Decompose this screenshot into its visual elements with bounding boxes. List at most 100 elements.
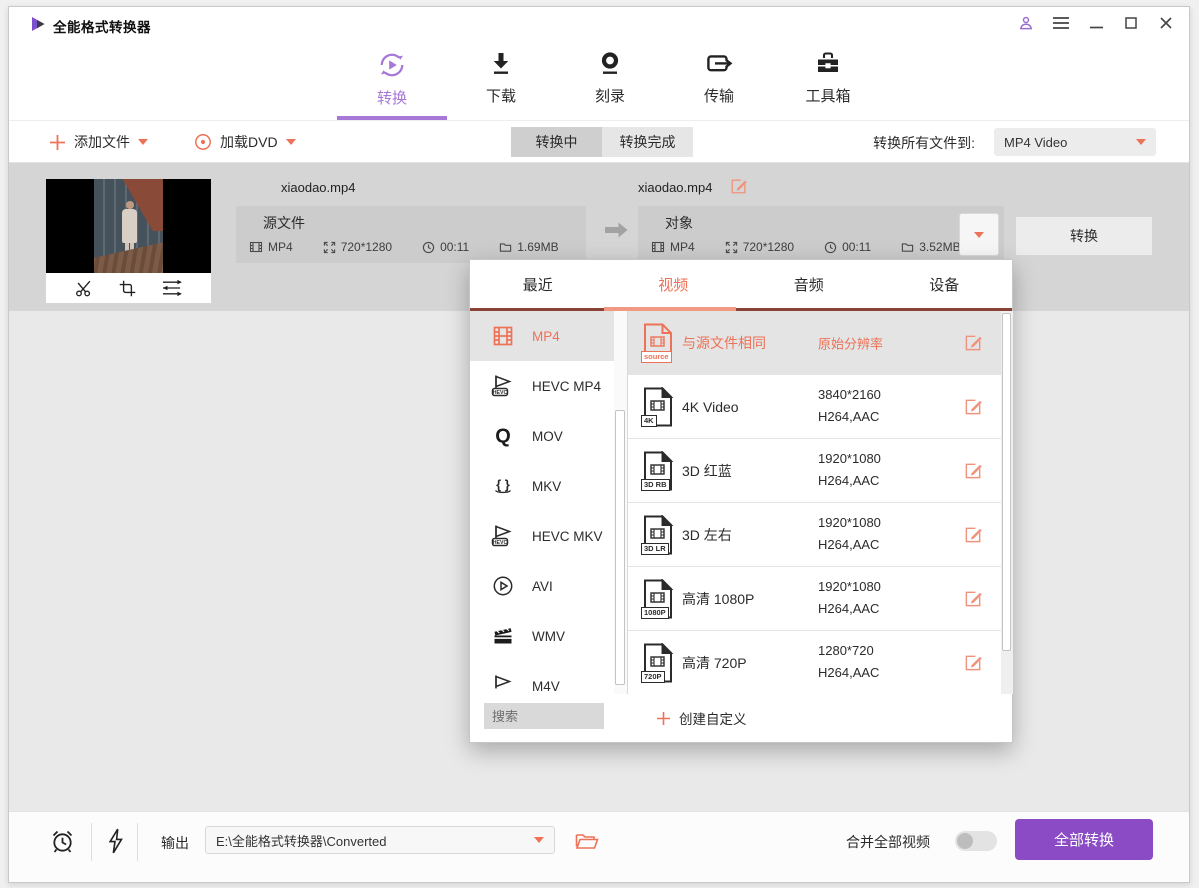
format-item-mp4[interactable]: MP4 [470, 311, 614, 361]
clock-icon [422, 241, 435, 254]
target-duration: 00:11 [824, 240, 871, 254]
create-custom-button[interactable]: 创建自定义 [656, 694, 747, 742]
svg-text:HEVC: HEVC [493, 390, 508, 396]
ptab-audio[interactable]: 音频 [741, 260, 877, 308]
effects-sliders-icon[interactable] [161, 279, 183, 297]
row-convert-button[interactable]: 转换 [1015, 216, 1153, 256]
ptab-recent[interactable]: 最近 [470, 260, 606, 308]
preset-3d-lr[interactable]: 3D LR 3D 左右 1920*1080 H264,AAC [628, 503, 1001, 567]
convert-all-button[interactable]: 全部转换 [1015, 819, 1153, 860]
format-item-hevc-mkv[interactable]: HEVC HEVC MKV [470, 511, 614, 561]
output-format-dropdown[interactable]: MP4 Video [994, 128, 1156, 156]
tab-toolbox[interactable]: 工具箱 [788, 50, 868, 108]
scrollbar-thumb[interactable] [615, 410, 625, 685]
bottom-bar: 输出 E:\全能格式转换器\Converted 合并全部视频 全部转换 [9, 811, 1189, 883]
high-speed-bolt-icon[interactable] [105, 827, 125, 855]
dvd-icon [194, 133, 212, 151]
output-path-caret-icon [534, 837, 544, 843]
schedule-alarm-icon[interactable] [49, 828, 76, 855]
edit-preset-icon[interactable] [964, 589, 983, 608]
format-item-avi[interactable]: AVI [470, 561, 614, 611]
crop-icon[interactable] [118, 279, 137, 298]
preset-list: source 与源文件相同 原始分辨率 4K 4K Video 3840*216… [628, 311, 1001, 694]
format-item-wmv[interactable]: WMV [470, 611, 614, 661]
download-icon [488, 50, 514, 78]
preset-3d-rb[interactable]: 3D RB 3D 红蓝 1920*1080 H264,AAC [628, 439, 1001, 503]
scrollbar-thumb[interactable] [1002, 313, 1011, 651]
close-button[interactable] [1157, 14, 1175, 32]
maximize-button[interactable] [1122, 14, 1140, 32]
source-filename: xiaodao.mp4 [281, 180, 355, 195]
edit-preset-icon[interactable] [964, 461, 983, 480]
minimize-button[interactable] [1087, 14, 1105, 32]
app-title: 全能格式转换器 [53, 16, 151, 36]
edit-preset-icon[interactable] [964, 333, 983, 352]
tab-burn-label: 刻录 [595, 85, 625, 106]
tab-transfer[interactable]: 传输 [679, 50, 759, 108]
preset-hd-720p[interactable]: 720P 高清 720P 1280*720 H264,AAC [628, 631, 1001, 694]
source-file-icon: source [641, 323, 675, 363]
load-dvd-label: 加载DVD [220, 132, 278, 152]
3d-lr-file-icon: 3D LR [641, 515, 675, 555]
target-info-box: 对象 MP4 720*1280 00:11 [638, 206, 1004, 263]
main-nav: 转换 下载 刻录 传输 [9, 41, 1189, 121]
format-item-mkv[interactable]: { } MKV [470, 461, 614, 511]
add-file-button[interactable]: 添加文件 [49, 121, 148, 163]
output-format-value: MP4 Video [1004, 135, 1136, 150]
preset-hd-1080p[interactable]: 1080P 高清 1080P 1920*1080 H264,AAC [628, 567, 1001, 631]
tab-download[interactable]: 下载 [461, 50, 541, 108]
output-path-dropdown[interactable]: E:\全能格式转换器\Converted [205, 826, 555, 854]
output-label: 输出 [161, 833, 189, 853]
merge-videos-label: 合并全部视频 [846, 832, 930, 852]
screen: 全能格式转换器 转换 [0, 0, 1199, 888]
preset-same-as-source[interactable]: source 与源文件相同 原始分辨率 [628, 311, 1001, 375]
folder-icon [901, 241, 914, 254]
hevc-play-icon: HEVC [490, 373, 516, 399]
load-dvd-button[interactable]: 加载DVD [194, 121, 296, 163]
ptab-device[interactable]: 设备 [877, 260, 1013, 308]
tab-converting[interactable]: 转换中 [511, 127, 602, 157]
edit-preset-icon[interactable] [964, 653, 983, 672]
format-search-input[interactable] [484, 703, 604, 729]
folder-icon [499, 241, 512, 254]
output-format-caret-icon [1136, 139, 1146, 145]
video-thumbnail [46, 179, 211, 273]
app-logo-icon [29, 15, 47, 33]
edit-preset-icon[interactable] [964, 525, 983, 544]
target-size: 3.52MB [901, 240, 960, 254]
source-info-box: 源文件 MP4 720*1280 00:11 [236, 206, 586, 263]
format-list-scrollbar[interactable] [614, 311, 627, 694]
ptab-video[interactable]: 视频 [606, 260, 742, 308]
edit-preset-icon[interactable] [964, 397, 983, 416]
source-resolution: 720*1280 [323, 240, 392, 254]
format-picker-tabs: 最近 视频 音频 设备 [470, 260, 1012, 308]
preset-4k[interactable]: 4K 4K Video 3840*2160 H264,AAC [628, 375, 1001, 439]
preset-list-scrollbar[interactable] [1001, 311, 1013, 694]
format-item-mov[interactable]: Q MOV [470, 411, 614, 461]
format-list: MP4 HEVC HEVC MP4 Q MOV { } MKV [470, 311, 614, 694]
queue-tabs: 转换中 转换完成 [511, 127, 693, 157]
720p-file-icon: 720P [641, 643, 675, 683]
tab-burn[interactable]: 刻录 [570, 50, 650, 108]
convert-all-to-label: 转换所有文件到: [873, 133, 975, 153]
format-item-m4v[interactable]: M4V [470, 661, 614, 694]
plus-icon [49, 134, 66, 151]
open-folder-icon[interactable] [575, 831, 599, 850]
tab-converted[interactable]: 转换完成 [602, 127, 693, 157]
rename-edit-icon[interactable] [730, 177, 748, 195]
target-format-dropdown-button[interactable] [959, 213, 999, 256]
add-file-caret-icon [138, 139, 148, 145]
tab-convert[interactable]: 转换 [352, 50, 432, 108]
target-info-title: 对象 [665, 213, 1004, 233]
active-ptab-underline [604, 307, 736, 311]
window-controls [1017, 14, 1175, 32]
menu-icon[interactable] [1052, 14, 1070, 32]
account-icon[interactable] [1017, 14, 1035, 32]
4k-file-icon: 4K [641, 387, 675, 427]
tab-transfer-label: 传输 [704, 85, 734, 106]
tab-download-label: 下载 [486, 85, 516, 106]
trim-scissors-icon[interactable] [74, 278, 94, 298]
merge-videos-toggle[interactable] [955, 831, 997, 851]
app-window: 全能格式转换器 转换 [8, 6, 1190, 883]
format-item-hevc-mp4[interactable]: HEVC HEVC MP4 [470, 361, 614, 411]
